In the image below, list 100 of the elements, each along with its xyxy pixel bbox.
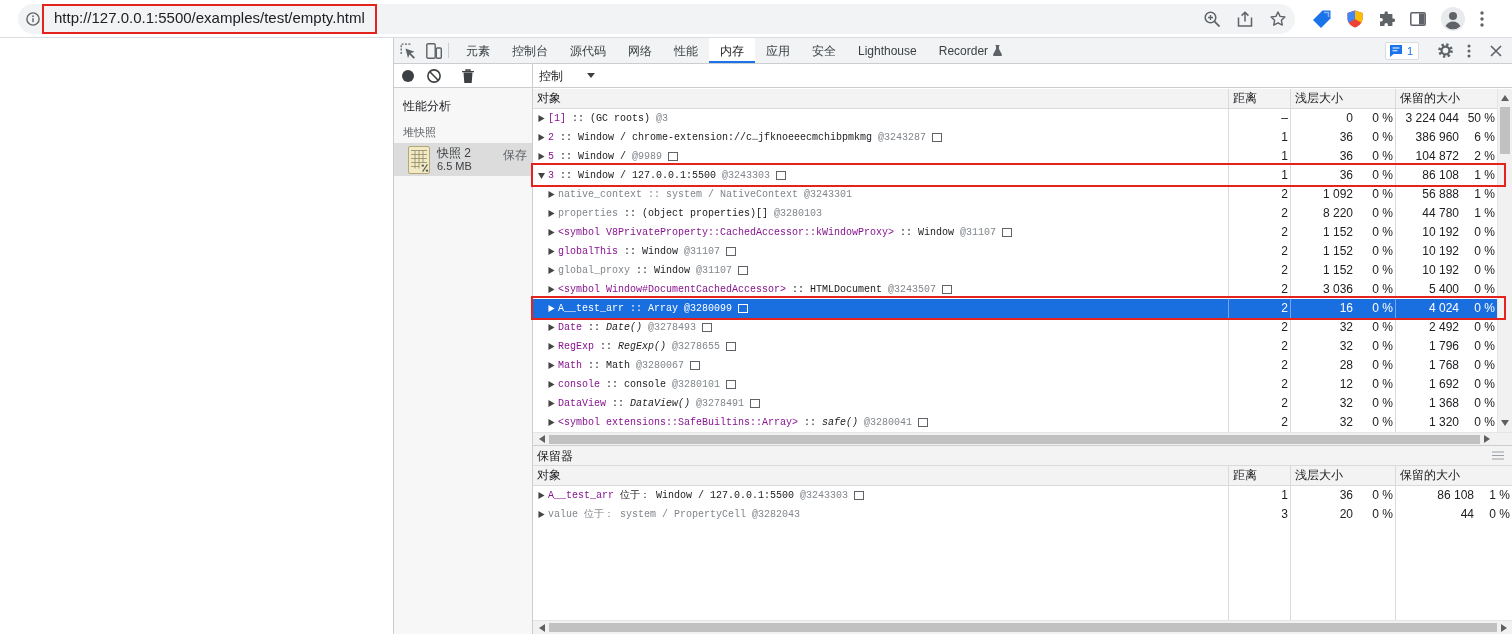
column-header[interactable]: 保留的大小 [1395, 466, 1512, 485]
expand-triangle-icon[interactable] [548, 419, 555, 426]
vertical-scrollbar[interactable] [1497, 89, 1512, 432]
expand-triangle-icon[interactable] [538, 153, 545, 160]
save-link[interactable]: 保存 [503, 146, 527, 164]
more-icon[interactable] [1467, 43, 1471, 58]
panel-tab[interactable]: 应用 [755, 38, 801, 63]
device-icon[interactable] [426, 42, 442, 59]
expand-triangle-icon[interactable] [548, 400, 555, 407]
close-icon[interactable] [1490, 44, 1502, 57]
square-icon[interactable] [690, 361, 701, 370]
expand-triangle-icon[interactable] [548, 248, 555, 255]
scrollbar-thumb[interactable] [1500, 107, 1510, 154]
scrollbar-thumb[interactable] [549, 623, 1497, 632]
shield-icon[interactable] [1346, 9, 1364, 28]
record-icon[interactable] [402, 69, 414, 82]
panel-tab[interactable]: 内存 [709, 38, 755, 63]
panel-tab[interactable]: 源代码 [559, 38, 617, 63]
avatar-icon[interactable] [1441, 6, 1465, 31]
snapshot-item[interactable]: 快照 2 6.5 MB 保存 [394, 143, 532, 176]
puzzle-icon[interactable] [1379, 10, 1395, 27]
square-icon[interactable] [668, 152, 679, 161]
left-arrow-icon[interactable] [539, 435, 545, 443]
issues-button[interactable]: 1 [1384, 41, 1419, 60]
retained-size-percent: 0 % [1474, 358, 1495, 372]
square-icon[interactable] [726, 380, 737, 389]
shallow-size: 36 [1339, 167, 1353, 184]
panel-tab[interactable]: 控制台 [501, 38, 559, 63]
expand-triangle-icon[interactable] [548, 305, 555, 312]
square-icon[interactable] [854, 491, 865, 500]
column-header[interactable]: 距离 [1228, 466, 1290, 485]
expand-triangle-icon[interactable] [548, 343, 555, 350]
share-icon[interactable] [1237, 10, 1253, 27]
expand-triangle-icon[interactable] [548, 286, 555, 293]
panel-tab[interactable]: 网络 [617, 38, 663, 63]
square-icon[interactable] [1002, 228, 1013, 237]
clear-icon[interactable] [427, 68, 441, 83]
expand-triangle-icon[interactable] [548, 381, 555, 388]
expand-triangle-icon[interactable] [548, 324, 555, 331]
star-icon[interactable] [1270, 10, 1286, 27]
expand-triangle-icon[interactable] [548, 362, 555, 369]
object-detail: :: console [606, 378, 667, 392]
horizontal-scrollbar[interactable] [533, 432, 1512, 445]
square-icon[interactable] [942, 285, 953, 294]
down-arrow-icon[interactable] [1501, 420, 1509, 426]
more-icon[interactable] [1480, 10, 1484, 27]
square-icon[interactable] [702, 323, 713, 332]
side-panel-icon[interactable] [1410, 10, 1426, 27]
square-icon[interactable] [726, 342, 737, 351]
view-dropdown[interactable]: 控制 [534, 64, 600, 87]
panel-tab[interactable]: 性能 [663, 38, 709, 63]
expand-triangle-icon[interactable] [548, 229, 555, 236]
section-title: 保留器 [537, 447, 573, 465]
address-bar[interactable]: http://127.0.0.1:5500/examples/test/empty.html [18, 3, 1295, 34]
shallow-size: 36 [1339, 487, 1353, 504]
column-header[interactable]: 对象 [533, 89, 1228, 108]
expand-triangle-icon[interactable] [538, 115, 545, 122]
settings-icon[interactable] [1438, 43, 1453, 58]
object-name: 2 [548, 131, 554, 145]
expand-triangle-icon[interactable] [538, 172, 545, 179]
square-icon[interactable] [932, 133, 943, 142]
horizontal-scrollbar[interactable] [533, 620, 1512, 634]
object-detail: :: Window [636, 264, 691, 278]
zoom-in-icon[interactable] [1204, 10, 1220, 27]
panel-tab[interactable]: Recorder [927, 38, 1014, 63]
square-icon[interactable] [726, 247, 737, 256]
panel-tab[interactable]: 元素 [455, 38, 501, 63]
object-name: globalThis [558, 245, 618, 259]
tag-icon[interactable] [1313, 9, 1331, 28]
caret-icon [587, 73, 595, 78]
panel-tab[interactable]: 安全 [801, 38, 847, 63]
distance: 2 [1281, 414, 1288, 431]
up-arrow-icon[interactable] [1501, 95, 1509, 101]
square-icon[interactable] [738, 266, 749, 275]
square-icon[interactable] [750, 399, 761, 408]
expand-triangle-icon[interactable] [538, 492, 545, 499]
expand-triangle-icon[interactable] [548, 210, 555, 217]
right-arrow-icon[interactable] [1484, 435, 1490, 443]
expand-triangle-icon[interactable] [538, 511, 545, 518]
column-header[interactable]: 距离 [1228, 89, 1290, 108]
object-id: @3280101 [672, 378, 721, 392]
expand-triangle-icon[interactable] [548, 267, 555, 274]
square-icon[interactable] [918, 418, 929, 427]
object-id: @3280067 [636, 359, 685, 373]
expand-triangle-icon[interactable] [548, 191, 555, 198]
grip-lines-icon[interactable] [1492, 451, 1504, 460]
inspect-icon[interactable] [400, 42, 416, 59]
column-header[interactable]: 对象 [533, 466, 1228, 485]
trash-icon[interactable] [462, 68, 474, 83]
info-icon[interactable] [26, 11, 40, 26]
shallow-size-percent: 0 % [1372, 488, 1393, 502]
expand-triangle-icon[interactable] [538, 134, 545, 141]
scrollbar-thumb[interactable] [549, 434, 1480, 444]
column-header[interactable]: 浅层大小 [1290, 466, 1395, 485]
column-header[interactable]: 浅层大小 [1290, 89, 1395, 108]
spreadsheet-icon [408, 145, 430, 174]
right-arrow-icon[interactable] [1501, 623, 1507, 632]
left-arrow-icon[interactable] [539, 623, 545, 632]
square-icon[interactable] [776, 171, 787, 180]
panel-tab[interactable]: Lighthouse [847, 38, 928, 63]
